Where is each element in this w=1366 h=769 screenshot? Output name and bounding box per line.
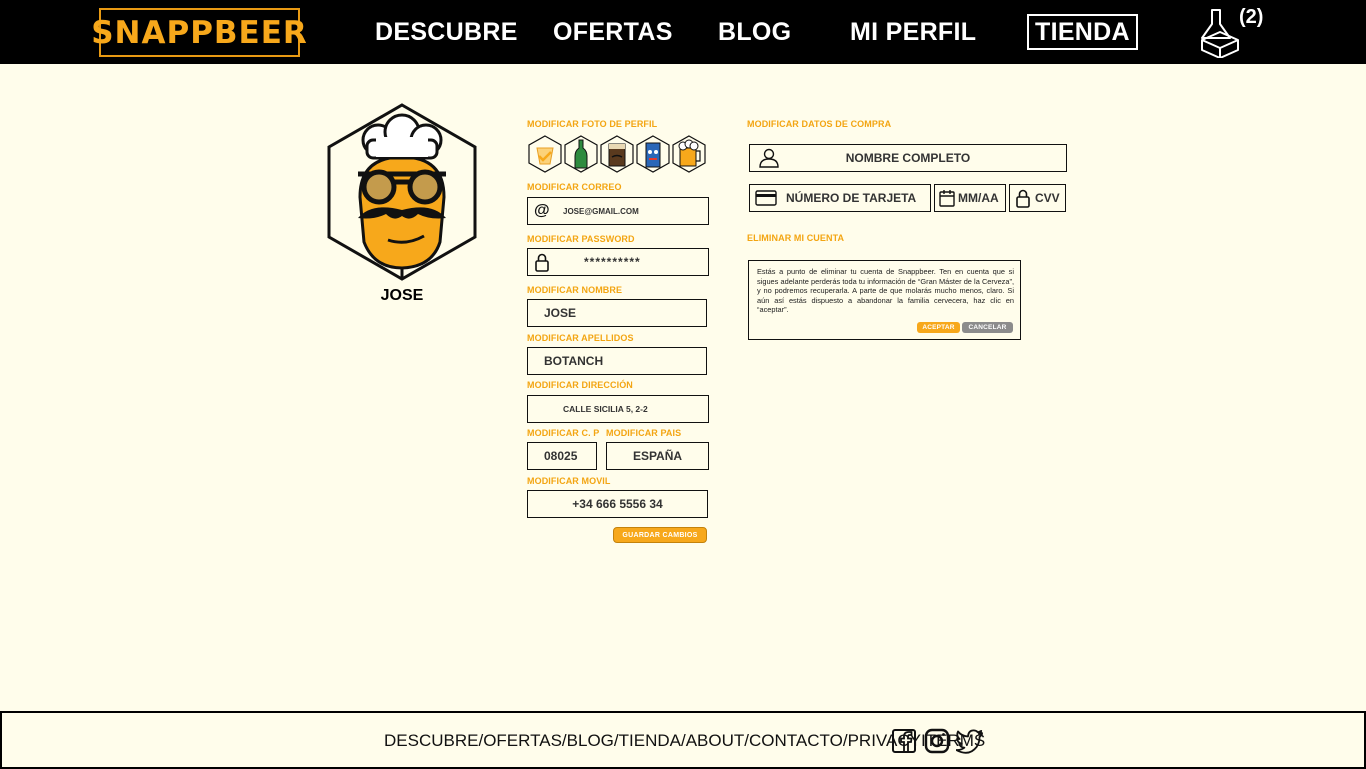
profile-username: JOSE (380, 287, 424, 304)
footer-link-about[interactable]: ABOUT (686, 731, 745, 751)
instagram-icon[interactable] (924, 728, 950, 754)
avatar-options (527, 134, 707, 174)
cp-field[interactable]: 08025 (527, 442, 597, 470)
email-value: JOSE@GMAIL.COM (563, 206, 639, 216)
calendar-icon (939, 190, 955, 207)
cp-value: 08025 (544, 449, 578, 463)
nav-mi-perfil[interactable]: MI PERFIL (850, 0, 976, 64)
expiry-placeholder: MM/AA (958, 191, 999, 205)
footer-link-ofertas[interactable]: OFERTAS (483, 731, 562, 751)
purchase-label: MODIFICAR DATOS DE COMPRA (747, 119, 892, 129)
mobile-value: +34 666 5556 34 (572, 497, 663, 511)
twitter-icon[interactable] (956, 728, 984, 754)
password-field[interactable]: ********** (527, 248, 709, 276)
credit-card-icon (755, 190, 777, 206)
avatar-option-dark-beer-icon[interactable] (599, 134, 635, 174)
accept-button[interactable]: ACEPTAR (917, 322, 960, 333)
cvv-field[interactable]: CVV (1009, 184, 1066, 212)
email-label: MODIFICAR CORREO (527, 182, 622, 192)
facebook-icon[interactable] (891, 728, 917, 754)
delete-account-label: ELIMINAR MI CUENTA (747, 233, 845, 243)
email-field[interactable]: @ JOSE@GMAIL.COM (527, 197, 709, 225)
cart-count-badge: (2) (1239, 6, 1264, 28)
cancel-button[interactable]: CANCELAR (962, 322, 1013, 333)
cp-label: MODIFICAR C. P (527, 428, 600, 438)
avatar-option-green-bottle-icon[interactable] (563, 134, 599, 174)
expiry-field[interactable]: MM/AA (934, 184, 1006, 212)
mobile-field[interactable]: +34 666 5556 34 (527, 490, 708, 518)
nav-tienda[interactable]: TIENDA (1027, 14, 1138, 50)
name-label: MODIFICAR NOMBRE (527, 285, 623, 295)
country-value: ESPAÑA (632, 449, 683, 463)
country-label: MODIFICAR PAIS (606, 428, 682, 438)
avatar-option-beer-glass-icon[interactable] (527, 134, 563, 174)
fullname-placeholder: NOMBRE COMPLETO (845, 151, 971, 165)
nav-blog[interactable]: BLOG (718, 0, 791, 64)
profile-avatar[interactable] (322, 102, 482, 282)
photo-label: MODIFICAR FOTO DE PERFIL (527, 119, 658, 129)
name-field[interactable]: JOSE (527, 299, 707, 327)
nav-ofertas[interactable]: OFERTAS (553, 0, 673, 64)
nav-descubre[interactable]: DESCUBRE (375, 0, 518, 64)
address-field[interactable]: CALLE SICILIA 5, 2-2 (527, 395, 709, 423)
lock-icon (535, 253, 549, 272)
fullname-field[interactable]: NOMBRE COMPLETO (749, 144, 1067, 172)
surname-label: MODIFICAR APELLIDOS (527, 333, 634, 343)
save-changes-button[interactable]: GUARDAR CAMBIOS (613, 527, 707, 543)
password-value: ********** (584, 255, 641, 269)
card-number-placeholder: NÚMERO DE TARJETA (786, 191, 917, 205)
avatar-option-blue-can-icon[interactable] (635, 134, 671, 174)
address-value: CALLE SICILIA 5, 2-2 (563, 404, 648, 414)
lock-icon (1016, 189, 1030, 208)
user-icon (759, 148, 779, 168)
address-label: MODIFICAR DIRECCIÓN (527, 380, 633, 390)
delete-account-message: Estás a punto de eliminar tu cuenta de S… (757, 267, 1014, 315)
cvv-placeholder: CVV (1035, 191, 1060, 205)
footer-link-blog[interactable]: BLOG (567, 731, 614, 751)
delete-account-dialog: Estás a punto de eliminar tu cuenta de S… (748, 260, 1021, 340)
name-value: JOSE (544, 306, 577, 320)
at-icon: @ (534, 202, 550, 219)
card-number-field[interactable]: NÚMERO DE TARJETA (749, 184, 931, 212)
snappbeer-logo[interactable]: SNAPPBEER (91, 8, 307, 57)
surname-field[interactable]: BOTANCH (527, 347, 707, 375)
footer-link-descubre[interactable]: DESCUBRE (384, 731, 478, 751)
footer-link-tienda[interactable]: TIENDA (619, 731, 681, 751)
footer-link-contacto[interactable]: CONTACTO (749, 731, 843, 751)
avatar-option-beer-mug-icon[interactable] (671, 134, 707, 174)
country-field[interactable]: ESPAÑA (606, 442, 709, 470)
cart-box-icon[interactable] (1198, 6, 1242, 58)
password-label: MODIFICAR PASSWORD (527, 234, 635, 244)
surname-value: BOTANCH (544, 354, 604, 368)
mobile-label: MODIFICAR MOVIL (527, 476, 611, 486)
